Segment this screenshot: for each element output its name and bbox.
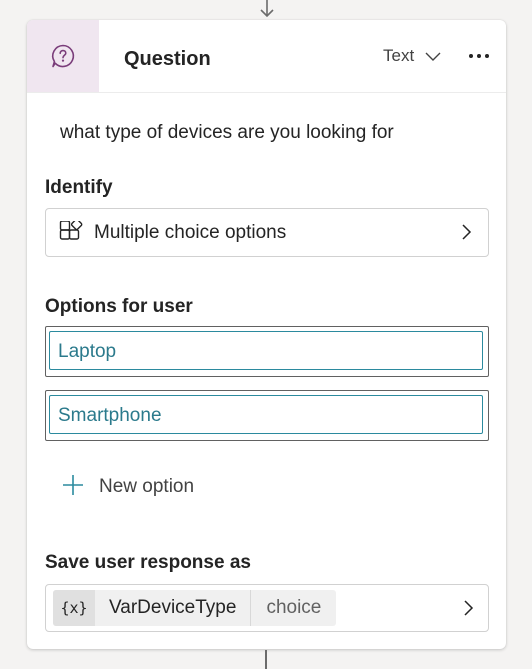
option-input[interactable]: Laptop <box>49 331 483 370</box>
chevron-right-icon <box>462 599 474 622</box>
option-text: Smartphone <box>58 405 162 426</box>
response-type-label: Text <box>383 46 415 65</box>
variable-name: VarDeviceType <box>95 590 252 626</box>
variable-chip: {x} VarDeviceType choice <box>53 590 337 626</box>
new-option-label: New option <box>99 476 195 497</box>
response-type-dropdown[interactable]: Text <box>383 44 442 68</box>
node-title: Question <box>124 48 211 70</box>
entity-blocks-icon <box>59 218 83 250</box>
option-text: Laptop <box>58 341 117 362</box>
flow-connector-arrow <box>260 0 274 20</box>
flow-connector-line <box>265 650 267 669</box>
identify-selector[interactable]: Multiple choice options <box>45 208 489 257</box>
more-options-button[interactable] <box>467 46 491 66</box>
question-prompt-text[interactable]: what type of devices are you looking for <box>60 122 394 144</box>
plus-icon <box>61 473 85 502</box>
save-response-label: Save user response as <box>45 552 251 573</box>
more-horizontal-icon <box>469 54 489 58</box>
option-item[interactable]: Smartphone <box>45 390 489 441</box>
question-node-card[interactable]: Question Text what type of devices are y… <box>27 20 506 649</box>
save-variable-selector[interactable]: {x} VarDeviceType choice <box>45 584 489 632</box>
variable-type: choice <box>266 597 322 618</box>
new-option-button[interactable]: New option <box>61 473 194 501</box>
options-label: Options for user <box>45 296 193 317</box>
variable-icon: {x} <box>53 590 95 626</box>
option-item[interactable]: Laptop <box>45 326 489 377</box>
node-header: Question Text <box>27 20 506 93</box>
chevron-right-icon <box>460 223 472 246</box>
question-bubble-icon <box>27 20 99 92</box>
option-input[interactable]: Smartphone <box>49 395 483 434</box>
identify-value: Multiple choice options <box>94 222 287 243</box>
chevron-down-icon <box>424 50 442 62</box>
identify-label: Identify <box>45 177 113 198</box>
